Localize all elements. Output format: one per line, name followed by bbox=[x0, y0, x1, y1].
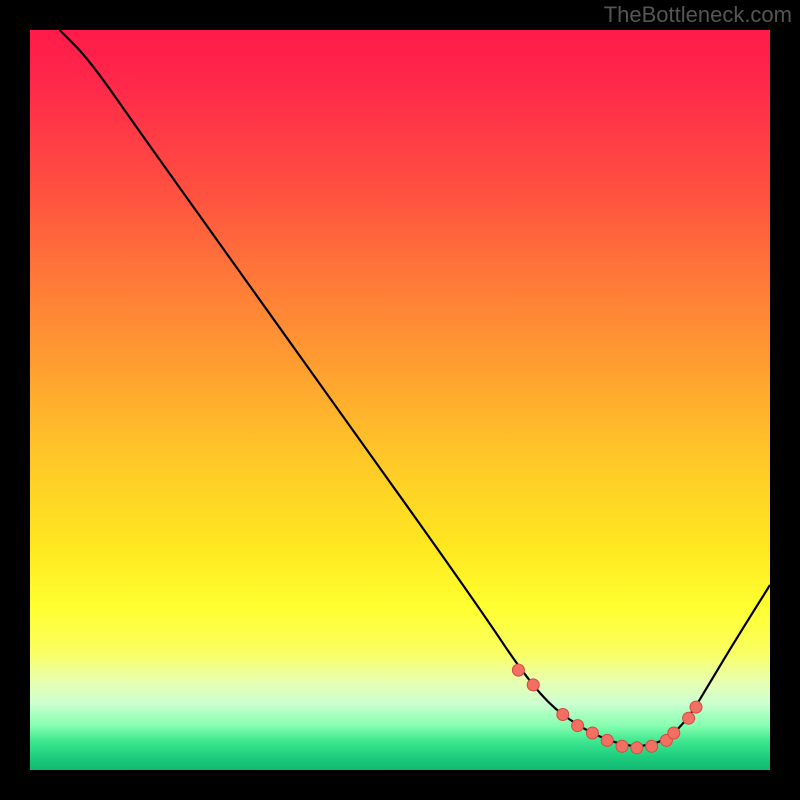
marker-dot bbox=[616, 740, 628, 752]
marker-dot bbox=[631, 742, 643, 754]
marker-dot bbox=[557, 709, 569, 721]
marker-dot bbox=[683, 712, 695, 724]
marker-dot bbox=[527, 679, 539, 691]
chart-svg bbox=[30, 30, 770, 770]
marker-dots bbox=[512, 664, 702, 754]
plot-area bbox=[30, 30, 770, 770]
marker-dot bbox=[586, 727, 598, 739]
marker-dot bbox=[601, 734, 613, 746]
marker-dot bbox=[690, 701, 702, 713]
watermark-text: TheBottleneck.com bbox=[604, 2, 792, 28]
marker-dot bbox=[668, 727, 680, 739]
marker-dot bbox=[512, 664, 524, 676]
bottleneck-curve bbox=[60, 30, 770, 746]
marker-dot bbox=[646, 740, 658, 752]
marker-dot bbox=[572, 720, 584, 732]
